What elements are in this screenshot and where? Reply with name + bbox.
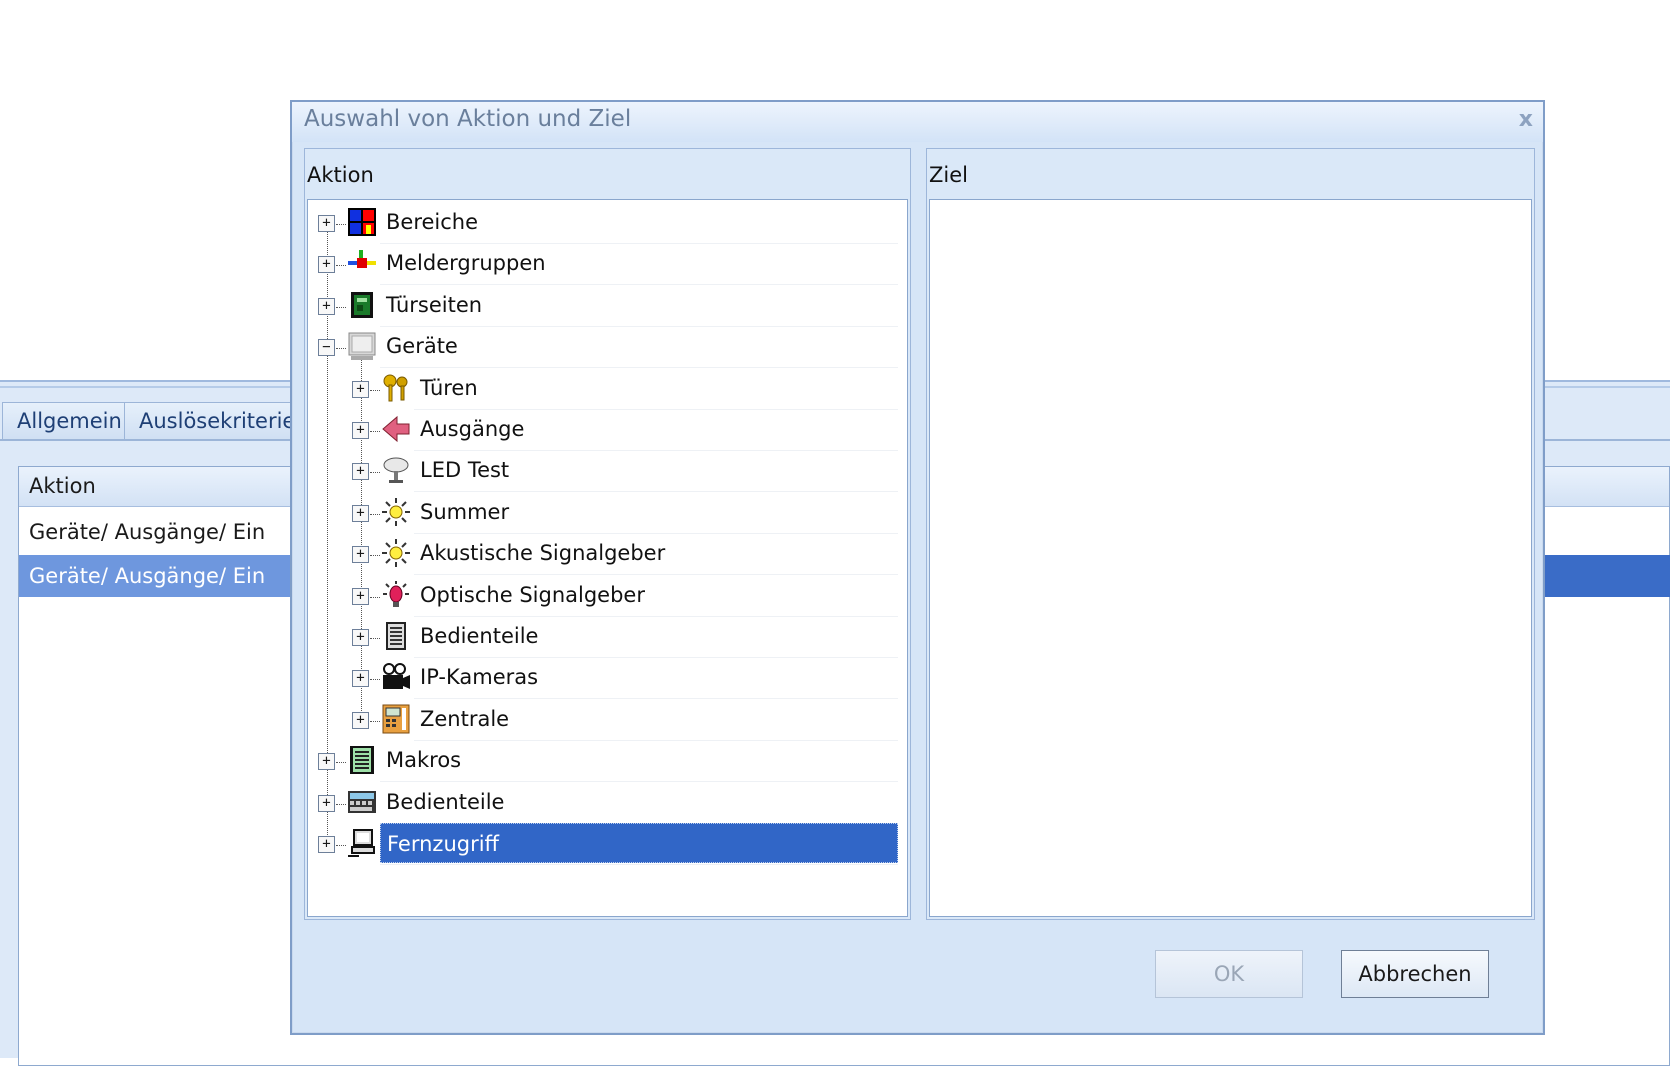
tree-connector [370,720,380,722]
detector-groups-icon [347,248,377,278]
acoustic-signal-icon [381,538,411,568]
tree-connector [336,265,346,267]
tree-node[interactable]: + IP-Kameras [308,657,898,700]
tree-connector [370,679,380,681]
tree-view: + Bereiche + Meldergruppen + Türseiten − Geräte… [308,200,907,916]
expand-icon[interactable]: + [318,836,335,853]
ziel-group-label: Ziel [929,163,968,187]
devices-icon [347,331,377,361]
aktion-group-label: Aktion [307,163,374,187]
output-arrow-icon [381,414,411,444]
door-side-icon [347,290,377,320]
tree-node[interactable]: + Zentrale [308,699,898,741]
expand-icon[interactable]: + [318,256,335,274]
tree-node-label: Summer [420,499,510,524]
tree-node[interactable]: + Summer [308,492,898,534]
expand-icon[interactable]: + [318,753,335,771]
expand-icon[interactable]: + [352,670,369,688]
tree-node[interactable]: + Akustische Signalgeber [308,533,898,576]
tree-connector [336,306,346,308]
dialog-auswahl-aktion-ziel: Auswahl von Aktion und Ziel x Aktion + Be… [290,100,1545,1035]
expand-icon[interactable]: + [318,297,335,315]
tree-connector [336,762,346,764]
expand-icon[interactable]: + [352,380,369,398]
ok-button[interactable]: OK [1155,950,1303,998]
tree-node-label: Türseiten [386,292,483,317]
row-divider [380,864,898,865]
tree-node[interactable]: + Ausgänge [308,409,898,451]
dialog-title: Auswahl von Aktion und Ziel [304,106,632,132]
keys-icon [381,373,411,403]
tree-node-label: Fernzugriff [380,823,898,863]
tree-node[interactable]: + Bedienteile [308,616,898,658]
control-panel-icon [381,704,411,734]
tree-node-label: IP-Kameras [420,665,539,690]
grid-cell: Geräte/ Ausgänge/ Ein [29,520,266,544]
tree-node-label: Optische Signalgeber [420,582,645,607]
tree-node[interactable]: + Bereiche [308,202,898,244]
tree-node-label: Meldergruppen [386,251,546,276]
expand-icon[interactable]: + [352,711,369,729]
tree-node-label: Bedienteile [386,789,505,814]
tree-connector [336,348,346,350]
tab-allgemein[interactable]: Allgemein [2,402,137,440]
expand-icon[interactable]: + [352,587,369,605]
tree-node[interactable]: + Meldergruppen [308,243,898,286]
remote-computer-icon [347,828,377,858]
tree-node-label: LED Test [420,458,510,483]
tree-node[interactable]: + Bedienteile [308,782,898,824]
tree-node[interactable]: + Türen [308,368,898,410]
dialog-title-bar[interactable]: Auswahl von Aktion und Ziel x [292,102,1543,142]
led-icon [381,455,411,485]
aktion-tree[interactable]: + Bereiche + Meldergruppen + Türseiten − Geräte… [307,199,908,917]
tree-node-label: Makros [386,748,462,773]
ziel-list[interactable] [929,199,1532,917]
tree-connector [370,596,380,598]
keyboard-icon [347,787,377,817]
tree-connector [370,513,380,515]
macros-icon [347,745,377,775]
cancel-button[interactable]: Abbrechen [1341,950,1489,998]
camera-icon [381,662,411,692]
tree-node-label: Türen [420,375,478,400]
expand-icon[interactable]: + [352,504,369,522]
tree-node-label: Ausgänge [420,417,525,441]
expand-icon[interactable]: + [352,629,369,646]
tree-node-label: Zentrale [420,706,510,731]
tree-node-label: Bereiche [386,210,479,234]
keypad-icon [381,621,411,651]
expand-icon[interactable]: + [352,463,369,481]
tree-connector [336,224,346,225]
tree-connector [370,638,380,639]
tree-connector [336,845,346,846]
expand-icon[interactable]: + [352,546,369,564]
tree-connector [336,803,346,805]
expand-icon[interactable]: + [352,422,369,439]
tree-node-label: Akustische Signalgeber [420,541,666,566]
areas-icon [347,207,377,237]
tree-connector [370,555,380,557]
tree-node[interactable]: − Geräte [308,326,898,369]
close-icon[interactable]: x [1519,107,1533,132]
tree-connector [370,389,380,391]
tree-node-label: Bedienteile [420,624,539,648]
buzzer-icon [381,497,411,527]
tree-node[interactable]: + Türseiten [308,285,898,327]
expand-icon[interactable]: + [318,794,335,812]
optical-signal-icon [381,580,411,610]
ziel-group: Ziel [926,148,1535,920]
tree-node[interactable]: + Makros [308,740,898,783]
tree-node[interactable]: + LED Test [308,450,898,493]
aktion-group: Aktion + Bereiche + Meldergruppen + Türseiten… [304,148,911,920]
tree-node-label: Geräte [386,334,458,359]
tree-node[interactable]: + Optische Signalgeber [308,575,898,617]
expand-icon[interactable]: + [318,215,335,232]
collapse-icon[interactable]: − [318,339,335,357]
tree-node[interactable]: + Fernzugriff [308,823,898,865]
tree-connector [370,431,380,432]
tree-connector [370,472,380,474]
grid-cell: Geräte/ Ausgänge/ Ein [29,564,266,588]
